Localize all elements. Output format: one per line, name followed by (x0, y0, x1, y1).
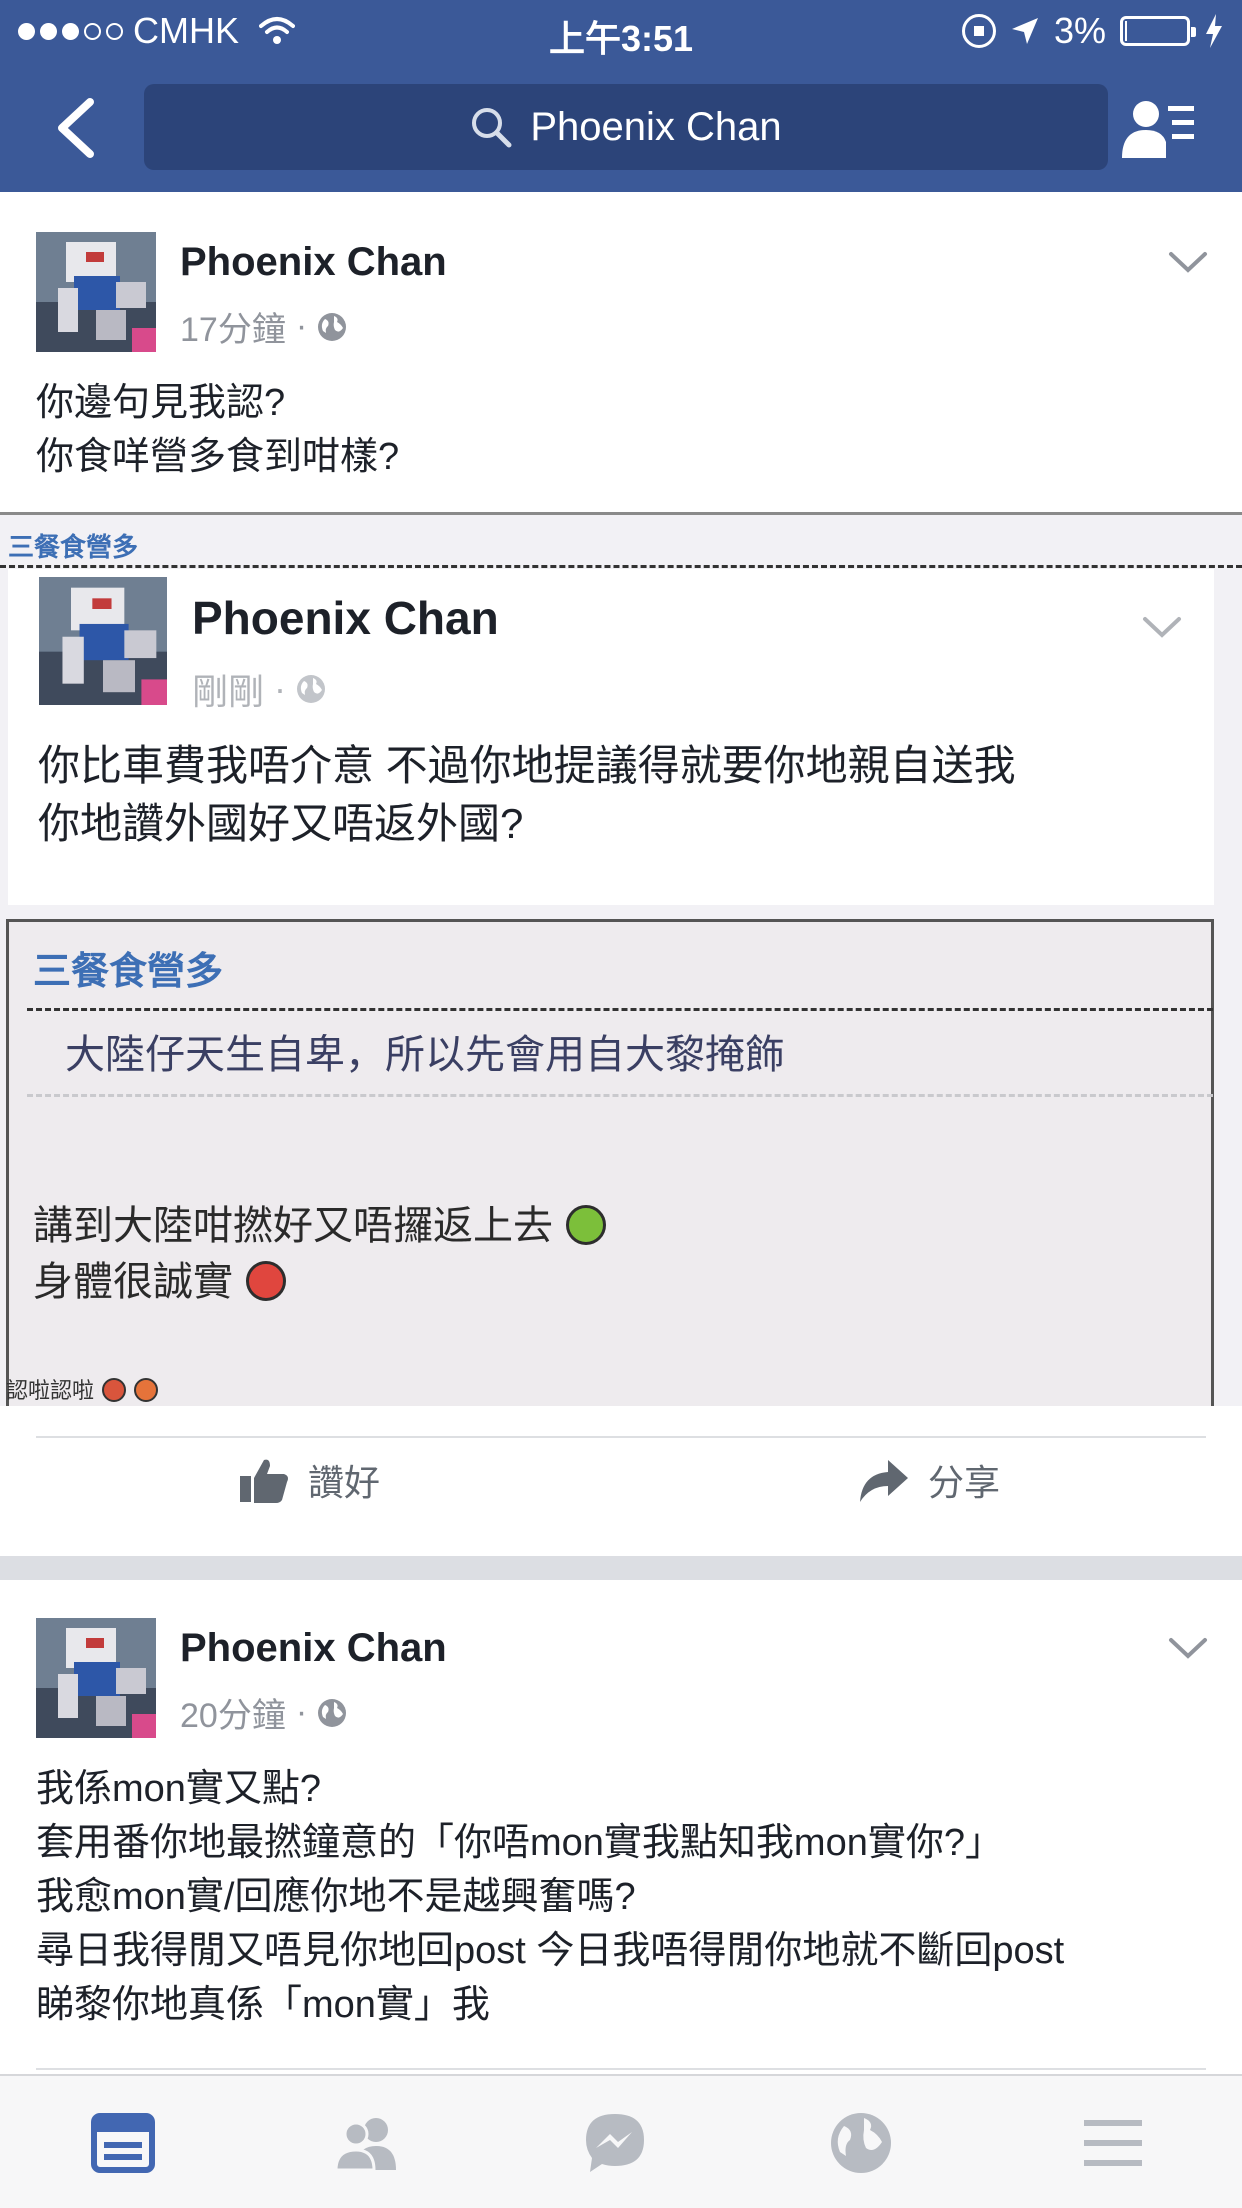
group-label: 三餐食營多 (8, 532, 139, 562)
post-text: 我係mon實又點? 套用番你地最撚鐘意的「你唔mon實我點知我mon實你?」 我… (36, 1768, 1065, 2026)
meta-separator: · (295, 307, 308, 345)
battery-percent: 3% (1053, 10, 1106, 51)
status-bar: CMHK 上午3:51 3% (0, 0, 1242, 62)
search-bar[interactable]: Phoenix Chan (144, 84, 1108, 170)
post-actions: 讚好 分享 (0, 1410, 1242, 1556)
chevron-down-icon (1143, 617, 1181, 638)
post-time[interactable]: 17分鐘 (180, 302, 286, 351)
top-header: CMHK 上午3:51 3% Phoenix Chan (0, 0, 1242, 192)
box-group-label: 三餐食營多 (33, 951, 224, 993)
messenger-icon[interactable] (582, 2110, 648, 2176)
profile-list-icon[interactable] (1120, 98, 1198, 160)
chevron-down-icon[interactable] (1168, 1636, 1208, 1660)
avatar[interactable] (36, 1618, 156, 1738)
footnote-text: 認啦認啦 (6, 1378, 95, 1403)
search-icon (472, 108, 512, 148)
actions-divider (36, 1436, 1206, 1438)
post-meta: 20分鐘 · (180, 1688, 347, 1737)
inner-post-card: Phoenix Chan 剛剛 · 你比車費我唔介意 不過你地提議得就要你地親自… (8, 569, 1214, 905)
orientation-lock-icon (961, 14, 996, 48)
face-emoji-icon (102, 1378, 127, 1402)
search-value: Phoenix Chan (530, 104, 782, 149)
dashed-divider (0, 565, 1242, 568)
face-emoji-icon (134, 1378, 159, 1402)
inner-post-author: Phoenix Chan (192, 592, 499, 644)
box-text-1: 講到大陸咁撚好又唔攞返上去 (33, 1204, 553, 1248)
bottom-tab-bar (0, 2074, 1242, 2208)
inner-quote-box: 三餐食營多 大陸仔天生自卑，所以先會用自大黎掩飾 講到大陸咁撚好又唔攞返上去 身… (6, 919, 1214, 1406)
more-menu-icon[interactable] (1080, 2110, 1146, 2176)
sick-face-emoji-icon (566, 1205, 607, 1245)
battery-icon (1120, 16, 1196, 46)
globe-icon (318, 312, 347, 341)
inner-post-meta: 剛剛 · (192, 663, 326, 715)
back-arrow-icon[interactable] (52, 98, 104, 158)
avatar-image (36, 232, 156, 352)
notifications-globe-icon[interactable] (828, 2110, 894, 2176)
like-label: 讚好 (308, 1462, 381, 1503)
post-text: 你邊句見我認? 你食咩營多食到咁樣? (36, 382, 400, 478)
thumbs-up-icon (240, 1459, 288, 1503)
feed-separator (0, 1556, 1242, 1580)
avatar-image (39, 577, 167, 705)
like-button[interactable]: 讚好 (238, 1454, 380, 1506)
avatar-image (36, 1618, 156, 1738)
post-image[interactable]: 三餐食營多 Phoenix Chan 剛剛 · 你比車費我唔介意 不過你地提議得… (0, 512, 1242, 1406)
post-divider (36, 2068, 1206, 2070)
box-text-line: 身體很誠實 (33, 1254, 287, 1310)
avatar[interactable] (36, 232, 156, 352)
inner-avatar (38, 577, 168, 705)
globe-icon (297, 675, 326, 703)
globe-icon (318, 1698, 347, 1727)
news-feed-icon[interactable] (90, 2110, 156, 2176)
charging-bolt-icon (1206, 14, 1222, 48)
post-meta: 17分鐘 · (180, 302, 347, 351)
grinning-face-emoji-icon (246, 1261, 287, 1301)
post-author[interactable]: Phoenix Chan (180, 240, 447, 285)
image-footnote: 認啦認啦 (6, 1373, 159, 1405)
dashed-divider (27, 1008, 1213, 1011)
location-arrow-icon (1011, 18, 1038, 44)
post-author[interactable]: Phoenix Chan (180, 1626, 447, 1671)
post-time[interactable]: 20分鐘 (180, 1688, 286, 1737)
share-arrow-icon (860, 1460, 908, 1502)
box-text-line: 講到大陸咁撚好又唔攞返上去 (33, 1198, 607, 1254)
share-button[interactable]: 分享 (858, 1454, 1000, 1506)
nav-row: Phoenix Chan (0, 84, 1242, 170)
inner-post-time: 剛剛 (192, 671, 265, 712)
friend-requests-icon[interactable] (334, 2110, 400, 2176)
meta-separator: · (295, 1693, 308, 1731)
dashed-divider-light (27, 1094, 1213, 1097)
inner-post-text: 你比車費我唔介意 不過你地提議得就要你地親自送我 你地讚外國好又唔返外國? (38, 742, 1016, 847)
quote-line: 大陸仔天生自卑，所以先會用自大黎掩飾 (65, 1033, 785, 1077)
box-text-2: 身體很誠實 (33, 1260, 233, 1304)
status-right: 3% (961, 10, 1224, 52)
meta-separator: · (274, 668, 287, 709)
chevron-down-icon[interactable] (1168, 250, 1208, 274)
share-label: 分享 (928, 1462, 1001, 1503)
